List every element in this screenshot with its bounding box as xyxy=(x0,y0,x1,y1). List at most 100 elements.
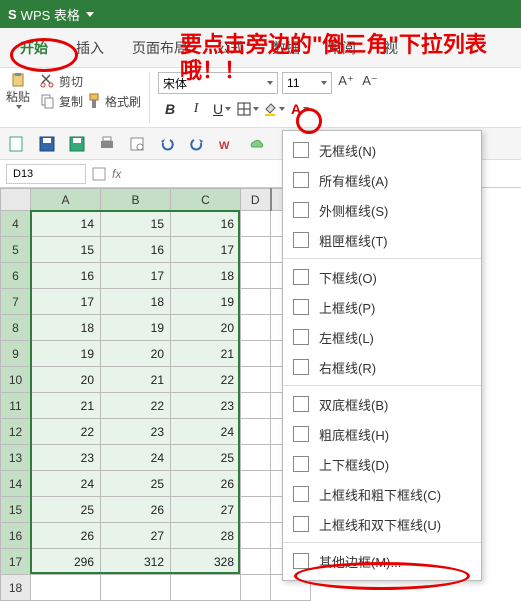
cell[interactable]: 25 xyxy=(31,497,101,523)
border-menu-item-8[interactable]: 右框线(R) xyxy=(283,352,481,382)
cell[interactable] xyxy=(241,471,271,497)
cell[interactable]: 17 xyxy=(31,289,101,315)
redo-icon[interactable] xyxy=(188,135,206,153)
cell[interactable] xyxy=(241,549,271,575)
insert-function-icon[interactable] xyxy=(92,167,106,181)
border-menu-item-3[interactable]: 粗匣框线(T) xyxy=(283,225,481,255)
cell[interactable]: 18 xyxy=(101,289,171,315)
border-menu-item-1[interactable]: 所有框线(A) xyxy=(283,165,481,195)
print-preview-icon[interactable] xyxy=(128,135,146,153)
row-header-10[interactable]: 10 xyxy=(1,367,31,393)
cell[interactable]: 22 xyxy=(171,367,241,393)
cell[interactable]: 26 xyxy=(101,497,171,523)
cell[interactable] xyxy=(241,367,271,393)
col-header-A[interactable]: A xyxy=(31,189,101,211)
row-header-12[interactable]: 12 xyxy=(1,419,31,445)
cell[interactable] xyxy=(241,237,271,263)
cell[interactable]: 21 xyxy=(31,393,101,419)
font-name-select[interactable]: 宋体 xyxy=(158,72,278,94)
border-menu-item-16[interactable]: 其他边框(M)... xyxy=(283,546,481,576)
underline-button[interactable]: U xyxy=(210,98,234,120)
cell[interactable]: 28 xyxy=(171,523,241,549)
cell[interactable]: 25 xyxy=(101,471,171,497)
cell[interactable] xyxy=(241,497,271,523)
row-header-9[interactable]: 9 xyxy=(1,341,31,367)
border-menu-item-14[interactable]: 上框线和双下框线(U) xyxy=(283,509,481,539)
tab-data[interactable]: 数据 xyxy=(258,30,314,66)
col-header-D[interactable]: D xyxy=(241,189,271,211)
cell[interactable] xyxy=(241,289,271,315)
cell[interactable]: 18 xyxy=(171,263,241,289)
border-menu-item-6[interactable]: 上框线(P) xyxy=(283,292,481,322)
cell[interactable]: 24 xyxy=(171,419,241,445)
cell[interactable]: 26 xyxy=(171,471,241,497)
row-header-6[interactable]: 6 xyxy=(1,263,31,289)
cell[interactable] xyxy=(241,315,271,341)
cell[interactable]: 15 xyxy=(31,237,101,263)
font-size-select[interactable]: 11 xyxy=(282,72,332,94)
cut-button[interactable]: 剪切 xyxy=(40,72,141,90)
bold-button[interactable]: B xyxy=(158,98,182,120)
cell[interactable]: 19 xyxy=(31,341,101,367)
cell[interactable]: 328 xyxy=(171,549,241,575)
tab-formula[interactable]: 公式 xyxy=(202,30,258,66)
tab-home[interactable]: 开始 xyxy=(6,30,62,66)
cell[interactable] xyxy=(241,419,271,445)
col-header-C[interactable]: C xyxy=(171,189,241,211)
row-header-17[interactable]: 17 xyxy=(1,549,31,575)
copy-button[interactable]: 复制 xyxy=(40,93,83,110)
row-header-16[interactable]: 16 xyxy=(1,523,31,549)
row-header-5[interactable]: 5 xyxy=(1,237,31,263)
cell[interactable] xyxy=(101,575,171,601)
border-button[interactable] xyxy=(236,98,260,120)
cell[interactable]: 18 xyxy=(31,315,101,341)
col-header-B[interactable]: B xyxy=(101,189,171,211)
cell[interactable] xyxy=(241,575,271,601)
border-menu-item-5[interactable]: 下框线(O) xyxy=(283,262,481,292)
cell[interactable] xyxy=(241,341,271,367)
cell[interactable]: 23 xyxy=(171,393,241,419)
cell[interactable]: 20 xyxy=(101,341,171,367)
cell[interactable]: 26 xyxy=(31,523,101,549)
increase-font-button[interactable]: A⁺ xyxy=(336,72,356,94)
italic-button[interactable]: I xyxy=(184,98,208,120)
fx-label[interactable]: fx xyxy=(112,167,121,181)
row-header-11[interactable]: 11 xyxy=(1,393,31,419)
save-icon[interactable] xyxy=(38,135,56,153)
cell[interactable] xyxy=(241,211,271,237)
fill-color-button[interactable] xyxy=(262,98,286,120)
row-header-14[interactable]: 14 xyxy=(1,471,31,497)
cell[interactable]: 25 xyxy=(171,445,241,471)
border-menu-item-11[interactable]: 粗底框线(H) xyxy=(283,419,481,449)
cell[interactable]: 312 xyxy=(101,549,171,575)
cell[interactable]: 20 xyxy=(171,315,241,341)
row-header-4[interactable]: 4 xyxy=(1,211,31,237)
print-icon[interactable] xyxy=(98,135,116,153)
cell[interactable] xyxy=(171,575,241,601)
tab-pagelayout[interactable]: 页面布局 xyxy=(118,30,202,66)
cell[interactable] xyxy=(241,445,271,471)
save-as-icon[interactable] xyxy=(68,135,86,153)
cell[interactable] xyxy=(31,575,101,601)
row-header-18[interactable]: 18 xyxy=(1,575,31,601)
corner-cell[interactable] xyxy=(1,189,31,211)
row-header-8[interactable]: 8 xyxy=(1,315,31,341)
title-dropdown-icon[interactable] xyxy=(86,12,94,17)
cell[interactable] xyxy=(241,263,271,289)
border-menu-item-10[interactable]: 双底框线(B) xyxy=(283,389,481,419)
cell[interactable]: 23 xyxy=(31,445,101,471)
cell[interactable]: 22 xyxy=(31,419,101,445)
paste-button[interactable]: 粘贴 xyxy=(6,72,30,109)
cell[interactable]: 22 xyxy=(101,393,171,419)
border-menu-item-13[interactable]: 上框线和粗下框线(C) xyxy=(283,479,481,509)
cell[interactable]: 19 xyxy=(171,289,241,315)
cell[interactable]: 17 xyxy=(101,263,171,289)
cell[interactable]: 14 xyxy=(31,211,101,237)
cell[interactable]: 16 xyxy=(31,263,101,289)
cell[interactable]: 15 xyxy=(101,211,171,237)
undo-icon[interactable] xyxy=(158,135,176,153)
cell[interactable]: 20 xyxy=(31,367,101,393)
tab-review[interactable]: 审阅 xyxy=(314,30,370,66)
cloud-icon[interactable] xyxy=(248,135,266,153)
decrease-font-button[interactable]: A⁻ xyxy=(360,72,380,94)
